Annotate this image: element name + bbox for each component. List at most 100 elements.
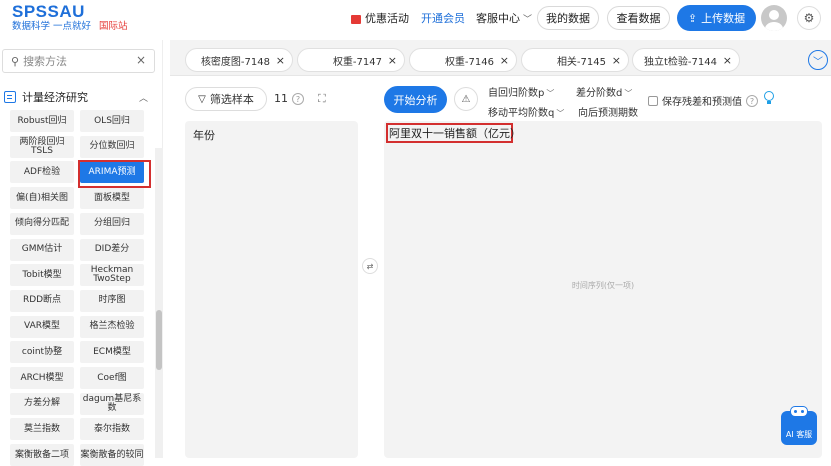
close-icon[interactable]: × [612,54,621,67]
vip-link[interactable]: 开通会员 [421,0,465,36]
save-residuals-checkbox[interactable]: 保存残差和预测值 ? [648,93,758,108]
warning-icon[interactable]: ⚠ [454,87,478,111]
method-label: 面板模型 [93,192,130,203]
method-button[interactable]: VAR模型 [10,315,74,338]
method-label: 两阶段回归 TSLS [19,136,65,156]
chevron-down-icon: ﹀ [546,89,555,98]
analysis-tabs-bar: 核密度图-7148 × 权重-7147 × 权重-7146 × 相关-7145 × 独立t检验-… [170,40,831,76]
expand-icon[interactable]: ⛶ [318,92,326,106]
diff-order-label: 差分阶数d [576,88,623,99]
avatar[interactable] [761,5,787,31]
method-label: 偏(自)相关图 [15,192,69,203]
close-icon[interactable]: × [276,54,285,67]
method-button[interactable]: 分位数回归 [80,135,144,158]
method-button[interactable]: 倾向得分匹配 [10,212,74,235]
method-button[interactable]: 案衡散备二项 [10,444,74,466]
method-button[interactable]: 方差分解 [10,392,74,415]
lightbulb-icon[interactable] [764,91,774,105]
method-button[interactable]: Coef图 [80,367,144,389]
method-button[interactable]: OLS回归 [80,110,144,132]
chevron-down-icon[interactable]: ﹀ [808,50,828,70]
variable-list-panel[interactable]: 年份 [185,121,358,458]
diff-order-select[interactable]: 差分阶数d ﹀ [576,84,632,99]
international-site-link[interactable]: 国际站 [99,21,128,32]
analysis-tab[interactable]: 权重-7147 × [297,48,405,72]
method-sidebar: ⚲ 搜索方法 × 计量经济研究 ︿ Robust回归 OLS回归 两阶段回归 TSL… [0,40,163,466]
method-button[interactable]: 偏(自)相关图 [10,187,74,210]
start-analysis-button[interactable]: 开始分析 [384,86,447,113]
chevron-down-icon: ﹀ [523,14,533,25]
ar-order-select[interactable]: 自回归阶数p ﹀ [488,84,554,99]
method-label: 泰尔指数 [93,423,130,434]
method-label: 格兰杰检验 [89,321,135,332]
method-button[interactable]: 分组回归 [80,212,144,235]
method-button[interactable]: 时序图 [80,289,144,312]
close-icon[interactable]: × [723,54,732,67]
method-button[interactable]: DID差分 [80,238,144,261]
search-icon: ⚲ [11,54,20,68]
ma-order-label: 移动平均阶数q [488,108,555,119]
my-data-button[interactable]: 我的数据 [537,6,599,30]
method-button[interactable]: RDD断点 [10,289,74,312]
close-icon[interactable]: × [388,54,397,67]
analysis-tab[interactable]: 权重-7146 × [409,48,517,72]
forecast-periods-input[interactable]: 向后预测期数 [578,104,638,119]
category-icon [4,91,16,103]
method-button[interactable]: coint协整 [10,341,74,364]
sample-count: 11 [274,92,288,105]
upload-data-button[interactable]: ⇪ 上传数据 [677,5,756,31]
variable-item[interactable]: 年份 [193,127,215,143]
view-data-button[interactable]: 查看数据 [607,6,670,30]
method-button[interactable]: 两阶段回归 TSLS [10,135,74,158]
method-button[interactable]: 面板模型 [80,187,144,210]
checkbox[interactable] [648,95,658,106]
method-button[interactable]: 莫兰指数 [10,418,74,441]
swap-icon[interactable]: ⇄ [362,258,378,274]
method-button[interactable]: Robust回归 [10,110,74,132]
tab-label: 相关-7145 [556,56,606,68]
help-icon[interactable]: ? [746,94,758,107]
analysis-tab[interactable]: 相关-7145 × [521,48,629,72]
method-label: RDD断点 [22,295,62,306]
analysis-tab[interactable]: 独立t检验-7144 × [632,48,740,72]
search-input[interactable]: ⚲ 搜索方法 × [2,49,155,73]
method-button[interactable]: GMM估计 [10,238,74,261]
method-button[interactable]: ARCH模型 [10,367,74,389]
category-econometrics[interactable]: 计量经济研究 ︿ [4,88,154,106]
method-button[interactable]: ADF检验 [10,161,74,184]
filter-icon: ▽ [198,93,206,105]
method-button[interactable]: Heckman TwoStep [80,264,144,287]
logo[interactable]: SPSSAU 数据科学 一点就好 国际站 [12,3,128,33]
method-button[interactable]: 格兰杰检验 [80,315,144,338]
upload-icon: ⇪ [687,11,698,25]
ai-label: AI 客服 [785,430,813,439]
ar-order-label: 自回归阶数p [488,88,545,99]
close-icon[interactable]: × [500,54,509,67]
chevron-up-icon[interactable]: ︿ [139,91,148,104]
robot-icon [790,406,808,417]
method-label: 倾向得分匹配 [14,218,69,229]
method-label: Coef图 [97,372,127,383]
analysis-tab[interactable]: 核密度图-7148 × [185,48,293,72]
method-label: VAR模型 [24,321,60,332]
method-button[interactable]: dagum基尼系 数 [80,392,144,415]
method-button[interactable]: 泰尔指数 [80,418,144,441]
selected-variable[interactable]: 阿里双十一销售额（亿元） [389,125,521,141]
gear-icon[interactable]: ⚙ [797,6,821,30]
tab-label: 权重-7146 [444,56,494,68]
close-icon[interactable]: × [136,53,146,67]
ma-order-select[interactable]: 移动平均阶数q ﹀ [488,104,564,119]
search-placeholder: 搜索方法 [23,55,68,68]
method-label: Heckman TwoStep [90,265,134,285]
method-label: 时序图 [98,295,126,306]
method-label: ADF检验 [23,166,61,177]
scrollbar-thumb[interactable] [156,310,162,370]
help-icon[interactable]: ? [292,93,304,105]
method-button[interactable]: 案衡散备的较同 [80,444,144,466]
method-button[interactable]: Tobit模型 [10,264,74,287]
method-button[interactable]: ECM模型 [80,341,144,364]
filter-sample-button[interactable]: ▽ 筛选样本 [185,87,267,111]
promo-link[interactable]: 优惠活动 [351,0,409,36]
sidebar-scrollbar[interactable] [155,148,163,458]
service-center-menu[interactable]: 客服中心 ﹀ [476,0,532,36]
